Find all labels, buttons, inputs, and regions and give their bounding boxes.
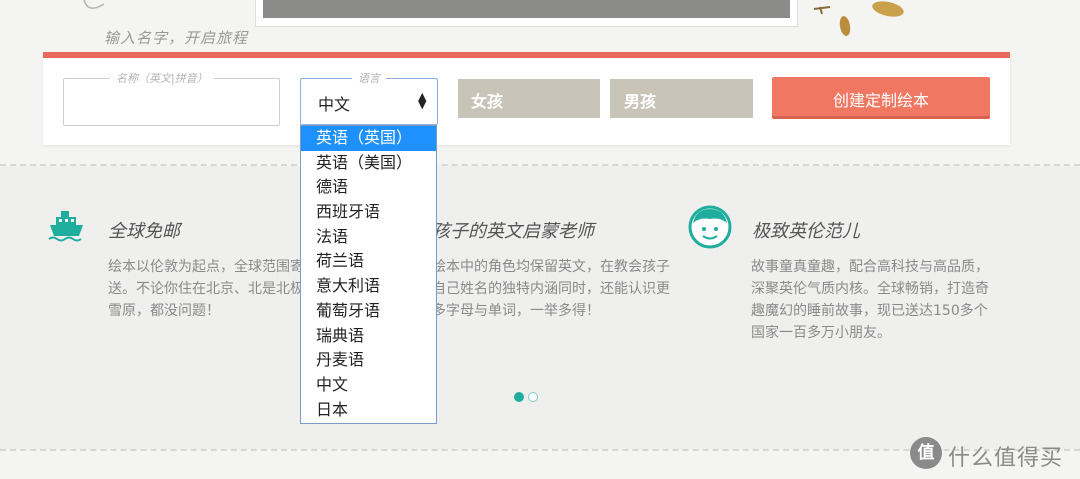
watermark-text: 什么值得买 [948, 446, 1064, 471]
language-option[interactable]: 荷兰语 [301, 249, 436, 274]
language-option[interactable]: 英语（英国） [301, 126, 436, 151]
language-option[interactable]: 丹麦语 [301, 348, 436, 373]
language-selected-value: 中文 [318, 95, 351, 114]
page-subtitle: 输入名字，开启旅程 [104, 29, 249, 47]
leaf-decoration-icon [82, 0, 108, 16]
carousel-dot[interactable] [528, 392, 538, 402]
language-dropdown-list[interactable]: 英语（英国） 英语（美国） 德语 西班牙语 法语 荷兰语 意大利语 葡萄牙语 瑞… [300, 125, 437, 424]
select-arrows-icon: ▲ ▼ [418, 90, 427, 111]
girl-button[interactable]: 女孩 [458, 79, 600, 118]
language-option[interactable]: 中文 [301, 373, 436, 398]
feature-description: 绘本中的角色均保留英文，在教会孩子自己姓名的独特内涵同时，还能认识更多字母与单词… [432, 259, 670, 319]
feature-title: 孩子的英文启蒙老师 [432, 221, 594, 242]
language-field-label: 语言 [352, 70, 386, 86]
carousel-dot-active[interactable] [514, 392, 524, 402]
language-option[interactable]: 德语 [301, 175, 436, 200]
language-option[interactable]: 瑞典语 [301, 324, 436, 349]
name-field-label: 名称（英文|拼音） [110, 70, 214, 86]
hero-image [263, 0, 790, 18]
language-option[interactable]: 英语（美国） [301, 151, 436, 176]
language-option[interactable]: 葡萄牙语 [301, 299, 436, 324]
feature-description: 故事童真童趣，配合高科技与高品质，深聚英伦气质内核。全球畅销，打造奇趣魔幻的睡前… [751, 259, 989, 341]
feature-title: 全球免邮 [108, 221, 180, 242]
seed-decoration-icon [838, 15, 852, 37]
brush-mark-icon [812, 0, 832, 15]
boy-button[interactable]: 男孩 [610, 79, 753, 118]
create-book-button[interactable]: 创建定制绘本 [772, 77, 990, 119]
ship-icon [48, 209, 85, 243]
language-option[interactable]: 日本 [301, 398, 436, 423]
feature-description: 绘本以伦敦为起点，全球范围寄送。不论你住在北京、北是北极雪原，都没问题！ [108, 259, 304, 319]
language-option[interactable]: 意大利语 [301, 274, 436, 299]
language-option[interactable]: 法语 [301, 225, 436, 250]
seed-decoration-icon [870, 0, 906, 20]
language-option[interactable]: 西班牙语 [301, 200, 436, 225]
face-icon [688, 205, 732, 249]
feature-title: 极致英伦范儿 [752, 221, 860, 242]
watermark-logo: 值 [910, 437, 942, 469]
